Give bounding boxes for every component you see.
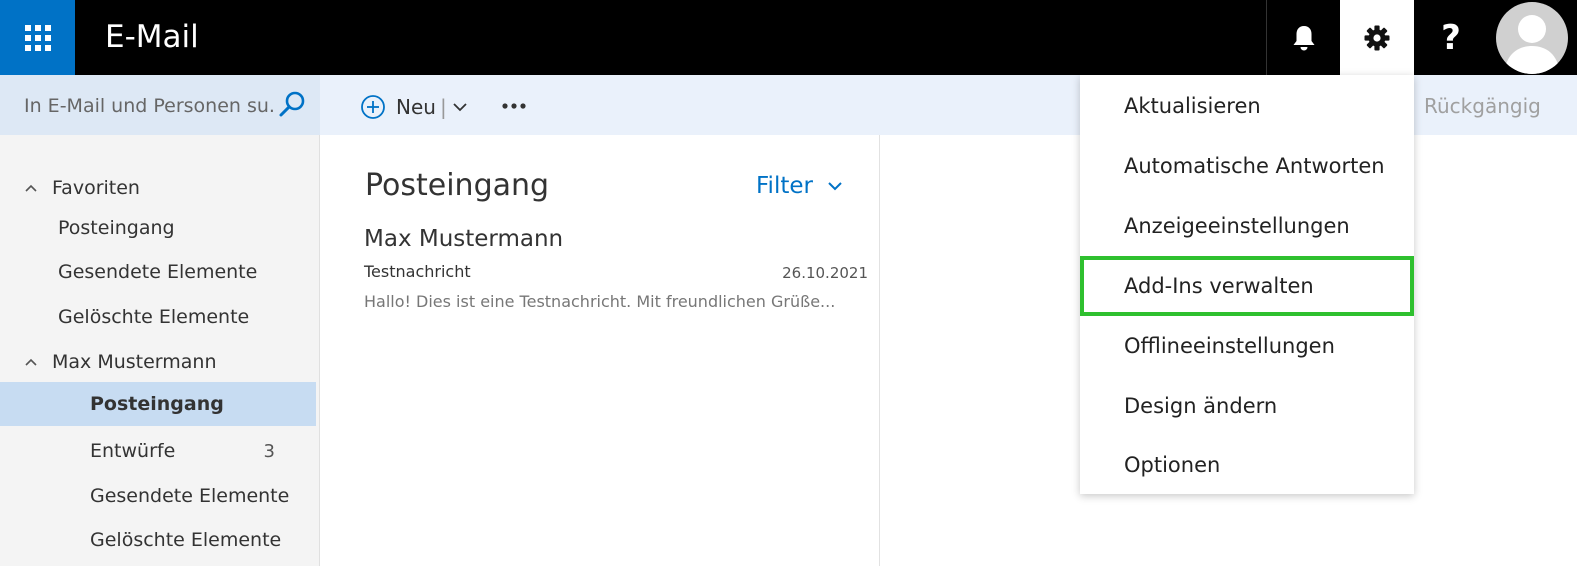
help-icon: ? [1441, 17, 1461, 58]
help-button[interactable]: ? [1414, 0, 1488, 75]
nav-group-account[interactable]: Max Mustermann [0, 340, 316, 384]
nav-item-inbox[interactable]: Posteingang [0, 382, 316, 426]
more-options-button[interactable] [500, 92, 528, 120]
filter-label: Filter [756, 173, 813, 199]
settings-button[interactable] [1340, 0, 1414, 75]
message-date: 26.10.2021 [782, 264, 868, 282]
nav-item-label: Gesendete Elemente [58, 261, 258, 283]
app-title: E-Mail [105, 19, 199, 55]
new-message-button[interactable]: Neu | [360, 90, 469, 124]
avatar-icon [1504, 15, 1560, 74]
nav-item-label: Posteingang [58, 217, 175, 239]
chevron-down-icon[interactable] [451, 98, 469, 116]
settings-menu: Aktualisieren Automatische Antworten Anz… [1080, 75, 1414, 494]
nav-item-deleted[interactable]: Gelöschte Elemente [0, 518, 316, 562]
menu-item-manage-add-ins[interactable]: Add-Ins verwalten [1080, 256, 1414, 316]
menu-item-display-settings[interactable]: Anzeigeeinstellungen [1080, 196, 1414, 256]
menu-item-offline-settings[interactable]: Offlineeinstellungen [1080, 316, 1414, 376]
undo-button[interactable]: Rückgängig [1424, 94, 1541, 118]
top-bar: E-Mail ? [0, 0, 1577, 75]
nav-item-favorites-inbox[interactable]: Posteingang [0, 206, 316, 250]
menu-item-change-theme[interactable]: Design ändern [1080, 376, 1414, 436]
bell-icon [1293, 25, 1314, 50]
nav-group-favorites[interactable]: Favoriten [0, 166, 316, 210]
new-button-label: Neu [396, 95, 436, 119]
nav-item-sent[interactable]: Gesendete Elemente [0, 474, 316, 518]
chevron-down-icon [828, 182, 842, 191]
search-input[interactable] [24, 91, 276, 121]
search-box [0, 75, 320, 135]
nav-item-label: Gelöschte Elemente [90, 529, 282, 551]
nav-group-label: Favoriten [52, 177, 140, 199]
gear-icon [1364, 25, 1390, 50]
nav-item-label: Entwürfe [90, 440, 176, 462]
search-icon[interactable] [278, 90, 306, 118]
unread-count-badge: 3 [263, 440, 275, 462]
chevron-up-icon [25, 184, 37, 192]
nav-item-label: Gelöschte Elemente [58, 306, 250, 328]
message-preview: Hallo! Dies ist eine Testnachricht. Mit … [364, 292, 836, 311]
nav-item-label: Posteingang [90, 393, 224, 415]
new-button-separator: | [439, 95, 447, 119]
menu-item-options[interactable]: Optionen [1080, 435, 1414, 495]
nav-item-favorites-sent[interactable]: Gesendete Elemente [0, 250, 316, 294]
nav-item-label: Gesendete Elemente [90, 485, 290, 507]
chevron-up-icon [25, 358, 37, 366]
message-subject: Testnachricht [364, 262, 471, 281]
nav-item-favorites-deleted[interactable]: Gelöschte Elemente [0, 295, 316, 339]
more-icon [502, 103, 526, 109]
message-sender: Max Mustermann [364, 226, 564, 252]
nav-item-drafts[interactable]: Entwürfe 3 [0, 429, 316, 473]
app-launcher-icon [24, 24, 51, 51]
avatar[interactable] [1496, 2, 1568, 74]
app-launcher-button[interactable] [0, 0, 75, 75]
plus-circle-icon [361, 95, 385, 119]
filter-button[interactable]: Filter [756, 173, 843, 199]
menu-item-refresh[interactable]: Aktualisieren [1080, 76, 1414, 136]
message-item[interactable]: Max Mustermann Testnachricht 26.10.2021 … [350, 222, 878, 322]
folder-title: Posteingang [365, 168, 550, 203]
nav-group-label: Max Mustermann [52, 351, 217, 373]
notifications-button[interactable] [1266, 0, 1340, 75]
menu-item-automatic-replies[interactable]: Automatische Antworten [1080, 136, 1414, 196]
